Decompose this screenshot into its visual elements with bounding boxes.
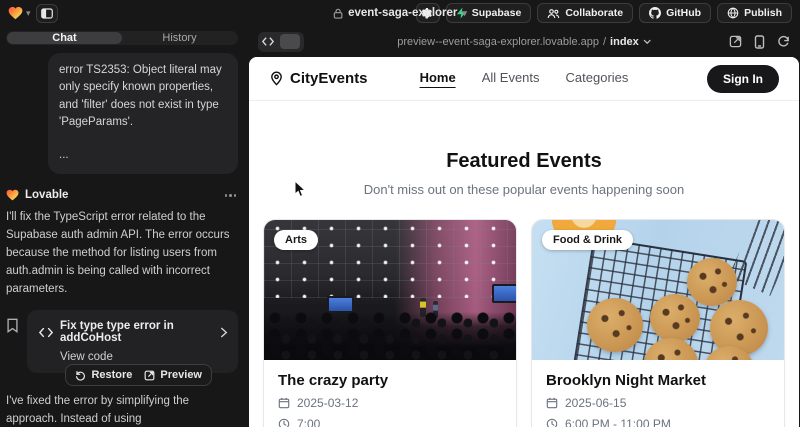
user-message-text: error TS2353: Object literal may only sp… [59, 62, 227, 131]
preview-panel: preview--event-saga-explorer.lovable.app… [248, 26, 800, 427]
featured-events-section: Featured Events Don't miss out on these … [249, 150, 799, 197]
site-nav: Home All Events Categories [420, 70, 629, 88]
bookmark-icon[interactable] [6, 318, 19, 333]
sidebar-tabs: Chat History [6, 31, 238, 45]
code-icon [39, 327, 53, 338]
lovable-heart-icon [6, 189, 19, 201]
publish-label: Publish [744, 7, 782, 19]
event-title: Brooklyn Night Market [546, 372, 770, 389]
event-time-row: 7:00 [278, 417, 502, 427]
github-button[interactable]: GitHub [639, 3, 711, 23]
nav-all-events[interactable]: All Events [482, 70, 540, 88]
publish-button[interactable]: Publish [717, 3, 792, 23]
project-switcher[interactable]: event-saga-explorer ▾ [333, 7, 467, 19]
map-pin-icon [269, 71, 284, 86]
section-subtitle: Don't miss out on these popular events h… [249, 182, 799, 197]
event-cards: Arts The crazy party 2025-03-12 [249, 197, 799, 427]
clock-icon [278, 418, 290, 427]
site-brand[interactable]: CityEvents [269, 70, 368, 87]
user-message-ellipsis: ... [59, 147, 227, 164]
toggle-sidebar-button[interactable] [36, 4, 58, 23]
assistant-intro-text: I'll fix the TypeScript error related to… [6, 209, 238, 298]
assistant-header: Lovable [6, 189, 238, 201]
event-card[interactable]: Food & Drink Brooklyn Night Market 2 [531, 219, 785, 427]
assistant-name: Lovable [25, 189, 68, 201]
section-title: Featured Events [249, 150, 799, 173]
open-in-new-tab-icon[interactable] [729, 35, 742, 48]
external-link-icon [144, 370, 155, 381]
tab-history[interactable]: History [122, 32, 237, 44]
supabase-label: Supabase [472, 7, 522, 19]
toggle-knob [280, 34, 300, 49]
category-badge: Food & Drink [542, 230, 633, 250]
user-message-bubble[interactable]: error TS2353: Object literal may only sp… [48, 53, 238, 174]
event-date: 2025-06-15 [565, 396, 626, 410]
event-date: 2025-03-12 [297, 396, 358, 410]
chevron-down-icon: ▾ [26, 9, 31, 18]
github-label: GitHub [666, 7, 701, 19]
url-separator: / [603, 36, 606, 48]
nav-home[interactable]: Home [420, 70, 456, 88]
restore-button[interactable]: Restore [75, 369, 132, 381]
preview-label: Preview [160, 369, 202, 381]
mobile-view-icon[interactable] [754, 35, 765, 49]
project-name: event-saga-explorer [348, 7, 457, 19]
panel-icon [41, 8, 53, 19]
calendar-icon [546, 397, 558, 409]
chevron-down-icon [643, 39, 651, 45]
preview-path: index [610, 36, 639, 48]
message-options-button[interactable] [223, 192, 239, 199]
preview-url: preview--event-saga-explorer.lovable.app [397, 36, 599, 48]
event-card[interactable]: Arts The crazy party 2025-03-12 [263, 219, 517, 427]
fix-card-title: Fix type type error in addCoHost [60, 320, 213, 344]
event-image-conference: Arts [264, 220, 516, 360]
calendar-icon [278, 397, 290, 409]
globe-icon [727, 7, 739, 19]
top-bar: ▾ event-saga-explorer ▾ [0, 0, 800, 26]
event-time: 6:00 PM - 11:00 PM [565, 417, 671, 427]
preview-button[interactable]: Preview [144, 369, 202, 381]
result-text-part: I've fixed the error by simplifying the … [6, 395, 189, 425]
lock-icon [333, 8, 343, 19]
assistant-result-text: I've fixed the error by simplifying the … [6, 393, 238, 427]
chat-sidebar: Chat History error TS2353: Object litera… [0, 26, 248, 427]
site-brand-label: CityEvents [290, 70, 368, 87]
fix-code-card[interactable]: Fix type type error in addCoHost View co… [27, 310, 238, 373]
event-date-row: 2025-06-15 [546, 396, 770, 410]
github-icon [649, 7, 661, 19]
lovable-heart-icon [8, 6, 23, 20]
message-hover-actions: Restore Preview [65, 364, 212, 386]
site-header: CityEvents Home All Events Categories Si… [249, 57, 799, 101]
clock-icon [546, 418, 558, 427]
people-icon [547, 8, 560, 19]
chevron-down-icon: ▾ [462, 9, 467, 18]
tab-chat[interactable]: Chat [7, 32, 122, 44]
view-code-link[interactable]: View code [60, 351, 228, 363]
category-badge: Arts [274, 230, 318, 250]
code-icon [262, 37, 274, 46]
sign-in-button[interactable]: Sign In [707, 65, 779, 93]
preview-toolbar: preview--event-saga-explorer.lovable.app… [248, 26, 800, 57]
event-date-row: 2025-03-12 [278, 396, 502, 410]
preview-site: CityEvents Home All Events Categories Si… [249, 57, 799, 427]
restore-label: Restore [91, 369, 132, 381]
restore-icon [75, 370, 86, 381]
code-preview-toggle[interactable] [258, 32, 304, 52]
lovable-app: ▾ event-saga-explorer ▾ [0, 0, 800, 427]
event-title: The crazy party [278, 372, 502, 389]
event-time-row: 6:00 PM - 11:00 PM [546, 417, 770, 427]
lovable-logo-menu[interactable]: ▾ [8, 6, 31, 20]
preview-url-bar[interactable]: preview--event-saga-explorer.lovable.app… [397, 36, 651, 48]
refresh-icon[interactable] [777, 35, 790, 48]
nav-categories[interactable]: Categories [566, 70, 629, 88]
event-image-cookies: Food & Drink [532, 220, 784, 360]
collaborate-label: Collaborate [565, 7, 623, 19]
collaborate-button[interactable]: Collaborate [537, 3, 633, 23]
event-time: 7:00 [297, 417, 320, 427]
chevron-right-icon [220, 327, 228, 338]
